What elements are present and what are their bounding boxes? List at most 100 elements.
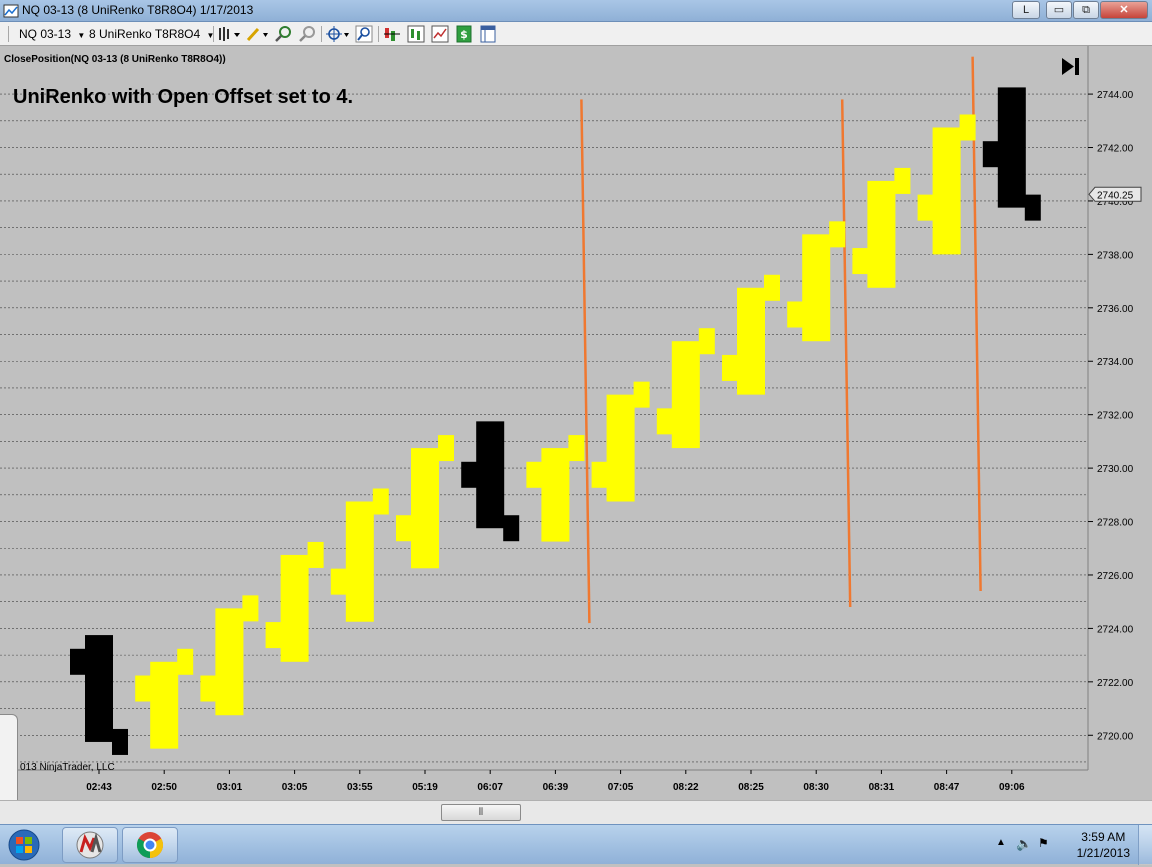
price-tick-label: 2728.00	[1097, 518, 1134, 529]
current-price-marker: 2740.25	[1088, 186, 1142, 202]
dollar-icon[interactable]: $	[455, 25, 473, 43]
clock-time: 3:59 AM	[1081, 830, 1126, 844]
volume-icon[interactable]: 🔈	[1016, 836, 1032, 852]
time-tick-label: 08:25	[738, 782, 764, 793]
time-tick-label: 03:55	[347, 782, 373, 793]
time-tick-label: 09:06	[999, 782, 1025, 793]
time-tick-label: 07:05	[608, 782, 634, 793]
renko-bar-body	[215, 608, 244, 716]
renko-bar-open-tick	[526, 461, 543, 488]
renko-bar-body	[411, 448, 439, 569]
price-tick-label: 2742.00	[1097, 144, 1134, 155]
renko-bar-close-tick	[372, 488, 389, 515]
renko-bar-body	[671, 341, 700, 449]
toolbar-separator	[213, 26, 214, 42]
copyright-label: 013 NinjaTrader, LLC	[20, 762, 115, 773]
chart-annotation: UniRenko with Open Offset set to 4.	[13, 86, 353, 108]
chevron-down-icon: ▼	[77, 31, 86, 40]
renko-bar-open-tick	[591, 461, 608, 488]
renko-bar-open-tick	[982, 141, 999, 168]
renko-bar-open-tick	[852, 248, 869, 275]
renko-bar-body	[867, 180, 896, 288]
close-button[interactable]: ✕	[1100, 1, 1148, 19]
strategies-icon[interactable]	[407, 25, 425, 43]
renko-bar-close-tick	[829, 221, 846, 248]
ninjatrader-icon	[76, 831, 104, 859]
time-tick-label: 08:31	[869, 782, 895, 793]
price-tick-label: 2736.00	[1097, 304, 1134, 315]
time-tick-label: 08:22	[673, 782, 699, 793]
current-price-label: 2740.25	[1097, 190, 1134, 201]
renko-bar-open-tick	[722, 354, 738, 381]
renko-bar-body	[802, 234, 831, 342]
system-tray: ▲ 🔈 ⚑	[996, 836, 1056, 853]
crosshair-icon[interactable]	[326, 25, 350, 43]
period-label: 8 UniRenko T8R8O4	[89, 27, 201, 41]
period-selector[interactable]: 8 UniRenko T8R8O4 ▼	[89, 25, 214, 43]
taskbar-chrome[interactable]	[122, 827, 178, 863]
renko-bar-body	[541, 448, 570, 542]
taskbar-clock[interactable]: 3:59 AM 1/21/2013	[1077, 829, 1130, 861]
zoom-in-icon[interactable]	[274, 25, 292, 43]
renko-bar-close-tick	[633, 381, 650, 408]
price-tick-label: 2724.00	[1097, 624, 1134, 635]
time-tick-label: 06:39	[543, 782, 569, 793]
renko-bar-close-tick	[112, 728, 128, 755]
tray-expand-icon[interactable]: ▲	[996, 837, 1006, 848]
chart-toolbar: NQ 03-13 ▼ 8 UniRenko T8R8O4 ▼ $	[0, 22, 1152, 46]
zoom-out-icon[interactable]	[298, 25, 316, 43]
action-center-flag-icon[interactable]: ⚑	[1038, 836, 1049, 850]
restore-button[interactable]: ⧉	[1073, 1, 1099, 19]
horizontal-scrollbar[interactable]: ⦀	[0, 800, 1152, 824]
renko-bar-close-tick	[764, 274, 780, 301]
price-tick-label: 2738.00	[1097, 250, 1134, 261]
price-tick-label: 2722.00	[1097, 678, 1134, 689]
price-tick-label: 2744.00	[1097, 90, 1134, 101]
taskbar-ninjatrader[interactable]	[62, 827, 118, 863]
bar-type-icon[interactable]	[217, 25, 241, 43]
renko-bar-close-tick	[568, 435, 585, 462]
ninjatrader-chart-icon	[3, 4, 19, 18]
renko-bar-close-tick	[503, 515, 520, 542]
time-tick-label: 06:07	[477, 782, 503, 793]
clock-date: 1/21/2013	[1076, 846, 1130, 860]
toolbar-separator	[321, 26, 322, 42]
data-box-icon[interactable]	[479, 25, 497, 43]
drawing-pencil-icon[interactable]	[245, 25, 269, 43]
renko-bar-open-tick	[787, 301, 804, 328]
indicator-label: ClosePosition(NQ 03-13 (8 UniRenko T8R8O…	[4, 54, 226, 65]
instrument-selector[interactable]: NQ 03-13 ▼	[19, 25, 85, 43]
renko-bar-close-tick	[894, 167, 911, 194]
renko-bar-body	[997, 87, 1026, 208]
toolbar-separator	[378, 26, 379, 42]
renko-bar-body	[85, 635, 113, 742]
renko-bar-open-tick	[135, 675, 152, 702]
start-orb-icon[interactable]	[4, 828, 44, 862]
renko-bar-body	[345, 501, 374, 622]
renko-bar-close-tick	[242, 595, 259, 622]
renko-bar-open-tick	[461, 461, 478, 488]
indicators-icon[interactable]	[383, 25, 401, 43]
magnify-icon[interactable]	[355, 25, 373, 43]
minimize-button[interactable]: ▭	[1046, 1, 1072, 19]
renko-bar-open-tick	[70, 648, 86, 675]
layout-button[interactable]: L	[1012, 1, 1040, 19]
renko-bar-open-tick	[200, 675, 217, 702]
instrument-label: NQ 03-13	[19, 27, 72, 41]
show-desktop-button[interactable]	[1138, 825, 1152, 865]
price-tick-label: 2730.00	[1097, 464, 1134, 475]
chrome-icon	[136, 832, 164, 859]
renko-bar-body	[150, 661, 179, 749]
renko-bar-body	[606, 394, 635, 502]
scrollbar-thumb[interactable]: ⦀	[441, 804, 521, 821]
price-tick-label: 2720.00	[1097, 731, 1134, 742]
renko-bar-close-tick	[307, 541, 324, 568]
renko-bar-open-tick	[917, 194, 934, 221]
renko-bar-open-tick	[396, 515, 412, 542]
price-tick-label: 2734.00	[1097, 357, 1134, 368]
renko-bar-open-tick	[656, 408, 673, 435]
renko-bar-close-tick	[1024, 194, 1041, 221]
price-tick-label: 2726.00	[1097, 571, 1134, 582]
price-chart[interactable]: 2744.002742.002740.002738.002736.002734.…	[0, 46, 1152, 800]
chart-properties-icon[interactable]	[431, 25, 449, 43]
